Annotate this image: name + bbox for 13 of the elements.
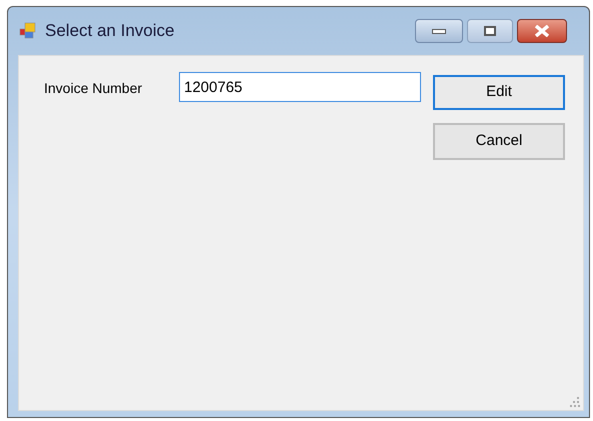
close-icon: [534, 25, 550, 37]
field-label: Invoice Number: [44, 79, 144, 98]
minimize-icon: [432, 28, 446, 34]
dialog-button[interactable]: Edit: [433, 75, 565, 110]
resize-grip-icon: [570, 397, 580, 407]
maximize-icon: [484, 26, 496, 36]
close-button[interactable]: [517, 19, 567, 43]
dialog-button[interactable]: Cancel: [433, 123, 565, 160]
window-title: Select an Invoice: [45, 20, 174, 42]
minimize-button[interactable]: [415, 19, 463, 43]
maximize-button[interactable]: [467, 19, 513, 43]
app-icon: [19, 22, 37, 40]
invoice-number-field[interactable]: 1200765: [179, 72, 421, 102]
